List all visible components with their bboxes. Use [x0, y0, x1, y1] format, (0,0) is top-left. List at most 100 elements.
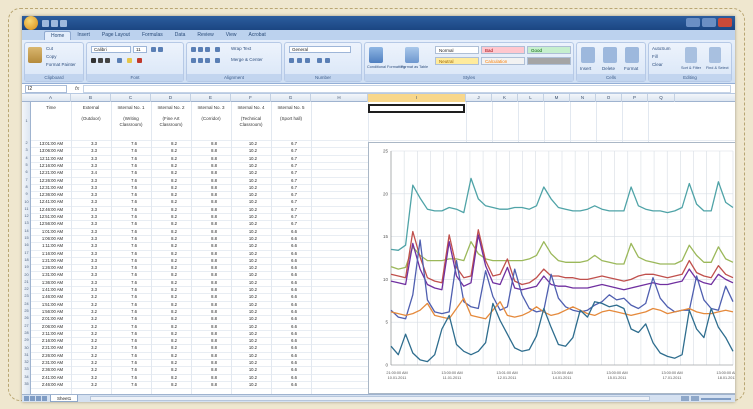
- formula-input[interactable]: [83, 84, 731, 93]
- table-cell[interactable]: 7.6: [111, 155, 137, 162]
- row-header[interactable]: 3: [22, 148, 31, 152]
- table-cell[interactable]: 8.8: [191, 359, 217, 366]
- font-name-select[interactable]: Calibri: [91, 46, 131, 53]
- table-cell[interactable]: 8.2: [151, 344, 177, 351]
- table-cell[interactable]: 10.2: [231, 381, 257, 388]
- indent-icon[interactable]: [215, 58, 220, 63]
- column-header-p[interactable]: P: [622, 94, 648, 102]
- table-cell[interactable]: 3.3: [71, 279, 97, 286]
- fx-icon[interactable]: fx: [75, 86, 79, 92]
- table-cell[interactable]: 10.2: [231, 308, 257, 315]
- table-cell[interactable]: 10.2: [231, 242, 257, 249]
- table-cell[interactable]: 10.2: [231, 235, 257, 242]
- zoom-slider[interactable]: [701, 397, 731, 400]
- increase-decimal-icon[interactable]: [317, 58, 322, 63]
- table-cell[interactable]: 10.2: [231, 366, 257, 373]
- fill-color-icon[interactable]: [127, 58, 132, 63]
- comma-icon[interactable]: [305, 58, 310, 63]
- tab-data[interactable]: Data: [169, 31, 192, 40]
- table-cell[interactable]: 3.3: [71, 147, 97, 154]
- row-header[interactable]: 2: [22, 141, 31, 145]
- table-cell[interactable]: 1:51:00 AM: [31, 301, 63, 308]
- table-cell[interactable]: 10.2: [231, 147, 257, 154]
- table-cell[interactable]: 6.6: [271, 381, 297, 388]
- table-cell[interactable]: 12:16:00 AM: [31, 162, 63, 169]
- table-cell[interactable]: 10.2: [231, 220, 257, 227]
- close-icon[interactable]: [718, 18, 732, 27]
- selected-cell[interactable]: [368, 104, 465, 113]
- sheet-tab[interactable]: Sheet1: [50, 395, 79, 402]
- table-cell[interactable]: 3.2: [71, 330, 97, 337]
- table-cell[interactable]: 6.7: [271, 147, 297, 154]
- row-header[interactable]: 18: [22, 258, 31, 262]
- table-cell[interactable]: 10.2: [231, 198, 257, 205]
- table-cell[interactable]: 6.7: [271, 206, 297, 213]
- table-cell[interactable]: 8.8: [191, 315, 217, 322]
- align-left-icon[interactable]: [191, 58, 196, 63]
- page-layout-view-icon[interactable]: [691, 396, 699, 401]
- style-calculation[interactable]: Calculation: [481, 57, 525, 65]
- table-cell[interactable]: 8.2: [151, 191, 177, 198]
- column-header-h[interactable]: H: [311, 94, 368, 102]
- table-cell[interactable]: 12:21:00 AM: [31, 169, 63, 176]
- table-cell[interactable]: 7.6: [111, 308, 137, 315]
- worksheet-grid[interactable]: 0 5 10 15 20 25 21:00:00 AM 10.01.2011 13:00:00 …: [31, 102, 735, 394]
- table-cell[interactable]: 10.2: [231, 286, 257, 293]
- style-neutral[interactable]: Neutral: [435, 57, 479, 65]
- table-cell[interactable]: 2:06:00 AM: [31, 323, 63, 330]
- table-cell[interactable]: 8.2: [151, 177, 177, 184]
- style-good[interactable]: Good: [527, 46, 571, 54]
- table-cell[interactable]: 3.2: [71, 359, 97, 366]
- column-header-g[interactable]: G: [271, 94, 311, 102]
- row-header[interactable]: 17: [22, 251, 31, 255]
- table-cell[interactable]: 10.2: [231, 206, 257, 213]
- table-cell[interactable]: 8.8: [191, 162, 217, 169]
- table-cell[interactable]: 7.6: [111, 220, 137, 227]
- column-header-b[interactable]: B: [71, 94, 111, 102]
- table-cell[interactable]: 8.2: [151, 213, 177, 220]
- table-cell[interactable]: 8.8: [191, 213, 217, 220]
- table-cell[interactable]: 8.8: [191, 147, 217, 154]
- row-header[interactable]: 22: [22, 287, 31, 291]
- table-cell[interactable]: 3.3: [71, 228, 97, 235]
- row-header[interactable]: 34: [22, 375, 31, 379]
- table-cell[interactable]: 6.6: [271, 235, 297, 242]
- table-cell[interactable]: 7.6: [111, 279, 137, 286]
- style-check[interactable]: [527, 57, 571, 65]
- table-cell[interactable]: 12:41:00 AM: [31, 198, 63, 205]
- table-cell[interactable]: 10.2: [231, 228, 257, 235]
- row-header[interactable]: 5: [22, 163, 31, 167]
- table-cell[interactable]: 10.2: [231, 250, 257, 257]
- align-top-icon[interactable]: [191, 47, 196, 52]
- row-header[interactable]: 9: [22, 192, 31, 196]
- row-header[interactable]: 28: [22, 331, 31, 335]
- row-header[interactable]: 7: [22, 178, 31, 182]
- table-cell[interactable]: 6.6: [271, 308, 297, 315]
- row-header[interactable]: 21: [22, 280, 31, 284]
- table-cell[interactable]: 7.6: [111, 264, 137, 271]
- row-header[interactable]: 24: [22, 302, 31, 306]
- table-cell[interactable]: 7.6: [111, 147, 137, 154]
- table-cell[interactable]: 7.6: [111, 359, 137, 366]
- row-header[interactable]: 1: [22, 119, 31, 123]
- table-cell[interactable]: 8.2: [151, 271, 177, 278]
- maximize-icon[interactable]: [702, 18, 716, 27]
- table-cell[interactable]: 6.7: [271, 169, 297, 176]
- format-as-table-icon[interactable]: [405, 47, 419, 63]
- table-cell[interactable]: 10.2: [231, 352, 257, 359]
- table-cell[interactable]: 3.3: [71, 198, 97, 205]
- table-cell[interactable]: 6.6: [271, 286, 297, 293]
- row-header[interactable]: 4: [22, 156, 31, 160]
- table-cell[interactable]: 8.2: [151, 162, 177, 169]
- column-header-f[interactable]: F: [231, 94, 271, 102]
- grow-font-icon[interactable]: [151, 47, 156, 52]
- tab-review[interactable]: Review: [191, 31, 219, 40]
- row-header[interactable]: 15: [22, 236, 31, 240]
- column-header-e[interactable]: E: [191, 94, 231, 102]
- table-cell[interactable]: 10.2: [231, 279, 257, 286]
- table-cell[interactable]: 8.2: [151, 169, 177, 176]
- office-button-icon[interactable]: [24, 16, 38, 30]
- underline-icon[interactable]: [105, 58, 110, 63]
- table-cell[interactable]: 7.6: [111, 315, 137, 322]
- column-header-m[interactable]: M: [544, 94, 570, 102]
